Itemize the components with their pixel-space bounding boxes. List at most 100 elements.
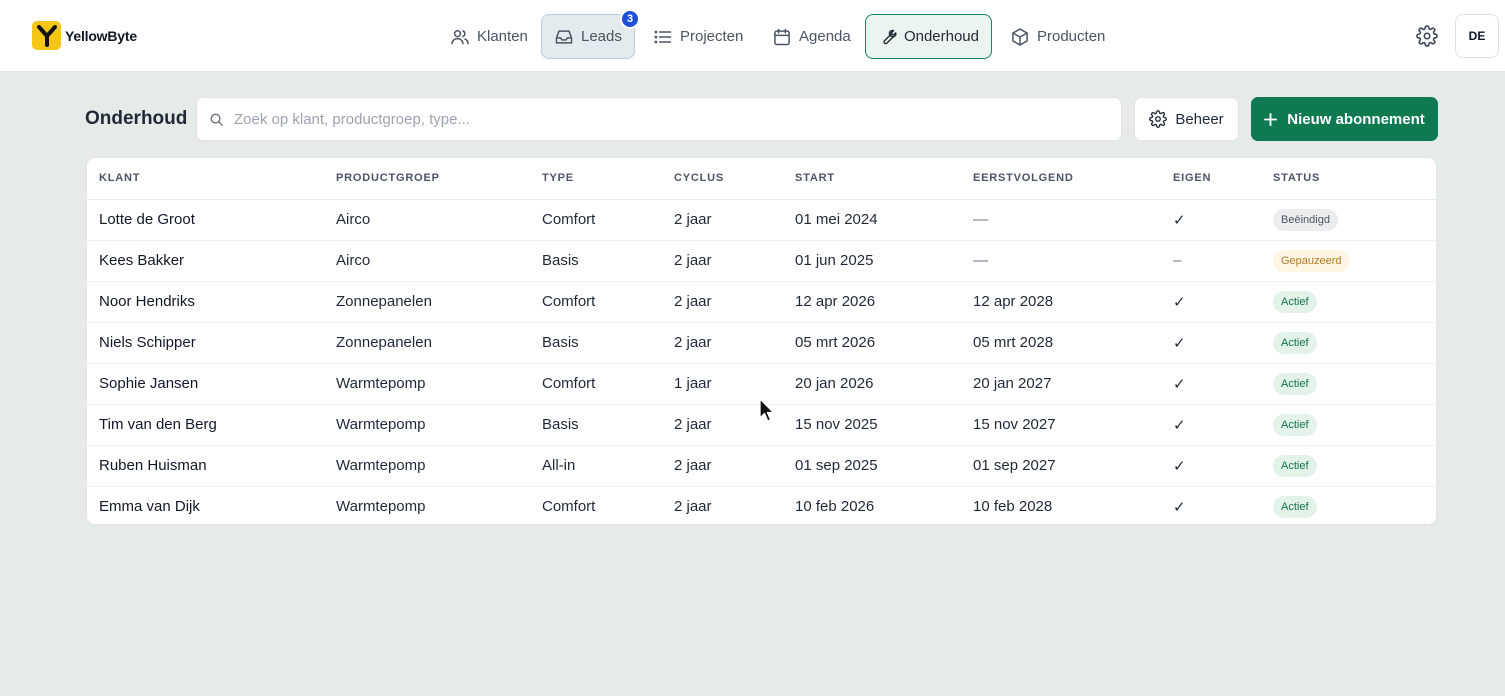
logo-mark — [32, 21, 61, 50]
cell-eigen: ✓ — [1173, 445, 1273, 487]
column-header-eigen[interactable]: Eigen — [1173, 158, 1273, 200]
nav-item-klanten[interactable]: Klanten — [437, 14, 541, 59]
cell-type: All-in — [542, 445, 674, 487]
cell-type: Basis — [542, 404, 674, 446]
y-logo-icon — [36, 24, 57, 47]
table-row[interactable]: Noor Hendriks Zonnepanelen Comfort 2 jaar 12… — [87, 281, 1436, 323]
cell-status: Actief — [1273, 404, 1436, 446]
status-badge: Actief — [1273, 495, 1317, 518]
cell-status: Actief — [1273, 281, 1436, 323]
users-icon — [451, 29, 469, 44]
cell-klant: Sophie Jansen — [87, 363, 336, 405]
cell-eigen: ✓ — [1173, 281, 1273, 323]
table-row[interactable]: Kees Bakker Airco Basis 2 jaar 01 jun 2025— –… — [87, 240, 1436, 282]
cell-start: 01 mei 2024 — [795, 199, 973, 241]
mouse-cursor-icon — [759, 398, 775, 422]
nav-item-onderhoud[interactable]: Onderhoud — [865, 14, 992, 59]
cell-start: 10 feb 2026 — [795, 498, 875, 516]
cell-status: Gepauzeerd — [1273, 240, 1436, 282]
list-icon — [654, 30, 672, 43]
table-row[interactable]: Lotte de Groot Airco Comfort 2 jaar 01 mei 2… — [87, 199, 1436, 241]
leads-count-badge: 3 — [620, 9, 640, 29]
status-badge: Actief — [1273, 290, 1317, 313]
cell-cyclus: 2 jaar — [674, 498, 712, 516]
cell-status: Actief — [1273, 363, 1436, 405]
cell-productgroep: Warmtepomp — [336, 363, 542, 405]
cell-cyclus: 2 jaar — [674, 404, 795, 446]
cell-productgroep: Warmtepomp — [336, 445, 542, 487]
cell-eigen: ✓ — [1173, 199, 1273, 241]
cell-start: 15 nov 2025 — [795, 404, 973, 446]
cell-start: 05 mrt 2026 — [795, 322, 973, 364]
column-header-klant[interactable]: Klant — [87, 158, 336, 200]
new-subscription-button[interactable]: Nieuw abonnement — [1251, 97, 1438, 141]
search-input[interactable] — [234, 110, 1094, 128]
cell-cyclus: 2 jaar — [674, 281, 795, 323]
nav-item-agenda[interactable]: Agenda — [759, 14, 864, 59]
cell-cyclus: 1 jaar — [674, 363, 795, 405]
nav-item-projecten[interactable]: Projecten — [640, 14, 756, 59]
cell-type: Comfort — [542, 281, 674, 323]
cell-cyclus: 2 jaar — [674, 322, 795, 364]
cell-klant: Ruben Huisman — [87, 445, 336, 487]
status-badge: Actief — [1273, 372, 1317, 395]
cell-cyclus: 2 jaar — [674, 240, 795, 282]
search-icon — [210, 113, 223, 126]
column-header-type[interactable]: Type — [542, 158, 674, 200]
cell-productgroep: Airco — [336, 199, 542, 241]
top-navigation: YellowByte Klanten Leads 3 Projecten Age… — [0, 0, 1505, 72]
status-badge: Gepauzeerd — [1273, 249, 1350, 272]
cell-klant: Niels Schipper — [87, 322, 336, 364]
page-title: Onderhoud — [85, 108, 188, 129]
cell-productgroep: Zonnepanelen — [336, 281, 542, 323]
cell-productgroep: Airco — [336, 240, 542, 282]
column-header-status[interactable]: Status — [1273, 158, 1436, 200]
box-icon — [1012, 27, 1028, 46]
column-header-start[interactable]: Start — [795, 158, 973, 200]
cell-klant: Emma van Dijk — [99, 498, 200, 516]
column-header-eerstvolgend[interactable]: Eerstvolgend — [973, 158, 1173, 200]
cell-eerstvolgend: 20 jan 2027 — [973, 363, 1173, 405]
cell-type: Comfort — [542, 498, 596, 516]
cell-klant: Tim van den Berg — [87, 404, 336, 446]
table-row[interactable]: Emma van Dijk Warmtepomp Comfort 2 jaar 10 f… — [87, 486, 1436, 524]
cell-eigen: – — [1173, 240, 1273, 282]
cell-productgroep: Warmtepomp — [336, 404, 542, 446]
status-badge: Beëindigd — [1273, 208, 1338, 231]
cell-start: 20 jan 2026 — [795, 363, 973, 405]
app-logo[interactable]: YellowByte — [32, 21, 137, 50]
cell-eerstvolgend: 10 feb 2028 — [973, 498, 1053, 516]
column-header-cyclus[interactable]: Cyclus — [674, 158, 795, 200]
search-box[interactable] — [196, 97, 1122, 141]
app-name: YellowByte — [65, 27, 137, 44]
table-row[interactable]: Ruben Huisman Warmtepomp All-in 2 jaar 01 se… — [87, 445, 1436, 487]
column-header-productgroep[interactable]: Productgroep — [336, 158, 542, 200]
manage-button-label: Beheer — [1175, 110, 1224, 128]
nav-item-leads[interactable]: Leads 3 — [541, 9, 640, 59]
user-avatar[interactable]: DE — [1455, 14, 1499, 58]
settings-button[interactable] — [1412, 21, 1442, 51]
table-row[interactable]: Niels Schipper Zonnepanelen Basis 2 jaar 05 … — [87, 322, 1436, 364]
cell-cyclus: 2 jaar — [674, 199, 795, 241]
cell-start: 01 jun 2025 — [795, 240, 973, 282]
cell-eerstvolgend: 01 sep 2027 — [973, 445, 1173, 487]
subscriptions-table: Klant Productgroep Type Cyclus Start Eer… — [86, 157, 1437, 525]
gear-icon — [1149, 110, 1168, 128]
cell-type: Comfort — [542, 199, 674, 241]
cell-eerstvolgend: 05 mrt 2028 — [973, 322, 1173, 364]
cell-start: 01 sep 2025 — [795, 445, 973, 487]
cell-type: Basis — [542, 240, 674, 282]
cell-start: 12 apr 2026 — [795, 281, 973, 323]
cell-eerstvolgend: 12 apr 2028 — [973, 281, 1173, 323]
nav-label-agenda: Agenda — [799, 28, 851, 45]
nav-item-producten[interactable]: Producten — [997, 14, 1118, 59]
cell-status: Actief — [1273, 322, 1436, 364]
manage-button[interactable]: Beheer — [1134, 97, 1239, 141]
inbox-icon — [555, 29, 573, 44]
table-header-row: Klant Productgroep Type Cyclus Start Eer… — [87, 158, 1436, 200]
cell-eerstvolgend: — — [973, 199, 1173, 241]
cell-eigen: ✓ — [1173, 498, 1186, 516]
cell-klant: Kees Bakker — [87, 240, 336, 282]
cell-type: Comfort — [542, 363, 674, 405]
plus-icon — [1264, 112, 1278, 126]
